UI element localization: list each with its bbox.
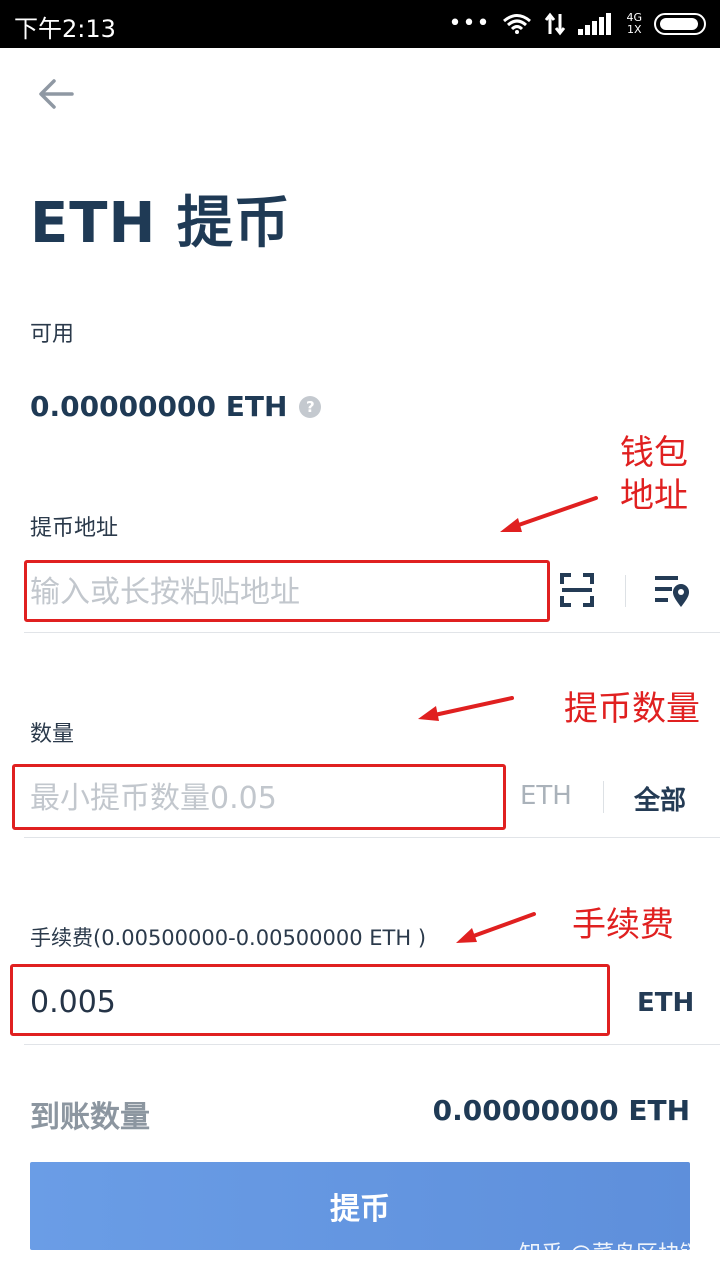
network-type: 4G 1X [626, 12, 642, 36]
more-dots-icon: ••• [448, 11, 491, 36]
watermark: 知乎 @菜鸟区块链 [519, 1242, 702, 1267]
annotation-arrow-address [500, 496, 598, 532]
battery-icon [654, 13, 706, 35]
status-time: 下午2:13 [14, 15, 116, 43]
balance-row: 0.00000000 ETH ? [30, 390, 322, 423]
all-button[interactable]: 全部 [634, 780, 686, 817]
annotation-wallet-address: 钱包 地址 [620, 433, 688, 516]
available-label: 可用 [30, 322, 75, 347]
status-icons: ••• 4G 1X [449, 10, 706, 38]
annotation-fee: 手续费 [572, 905, 674, 945]
fee-divider [24, 1044, 720, 1045]
fee-input[interactable] [30, 980, 590, 1024]
signal-icon [578, 13, 612, 35]
help-icon[interactable]: ? [299, 395, 322, 418]
amount-label: 数量 [30, 722, 75, 747]
scan-icon[interactable] [560, 573, 594, 607]
annotation-arrow-fee [456, 912, 536, 943]
fee-unit: ETH [637, 988, 695, 1018]
data-transfer-icon [545, 12, 566, 36]
received-value: 0.00000000 ETH [432, 1094, 690, 1127]
wifi-icon [503, 14, 532, 34]
fee-label: 手续费(0.00500000-0.00500000 ETH ) [30, 926, 427, 950]
annotation-quantity: 提币数量 [564, 689, 700, 729]
received-label: 到账数量 [30, 1100, 150, 1135]
page-title: ETH 提币 [30, 191, 291, 256]
amount-divider [24, 837, 720, 838]
annotation-arrow-quantity [418, 696, 514, 721]
back-arrow-icon[interactable] [36, 76, 76, 112]
address-input[interactable] [30, 570, 540, 614]
status-bar: 下午2:13 ••• 4G 1X [0, 0, 720, 48]
amount-unit: ETH [520, 781, 572, 811]
amount-input[interactable] [30, 776, 500, 820]
network-sub-label: 1X [626, 23, 642, 36]
address-label: 提币地址 [30, 516, 119, 541]
amount-unit-separator [603, 781, 604, 813]
address-action-separator [625, 575, 626, 607]
balance-value: 0.00000000 ETH [30, 390, 288, 423]
address-divider [24, 632, 720, 633]
address-book-icon[interactable] [654, 574, 690, 608]
